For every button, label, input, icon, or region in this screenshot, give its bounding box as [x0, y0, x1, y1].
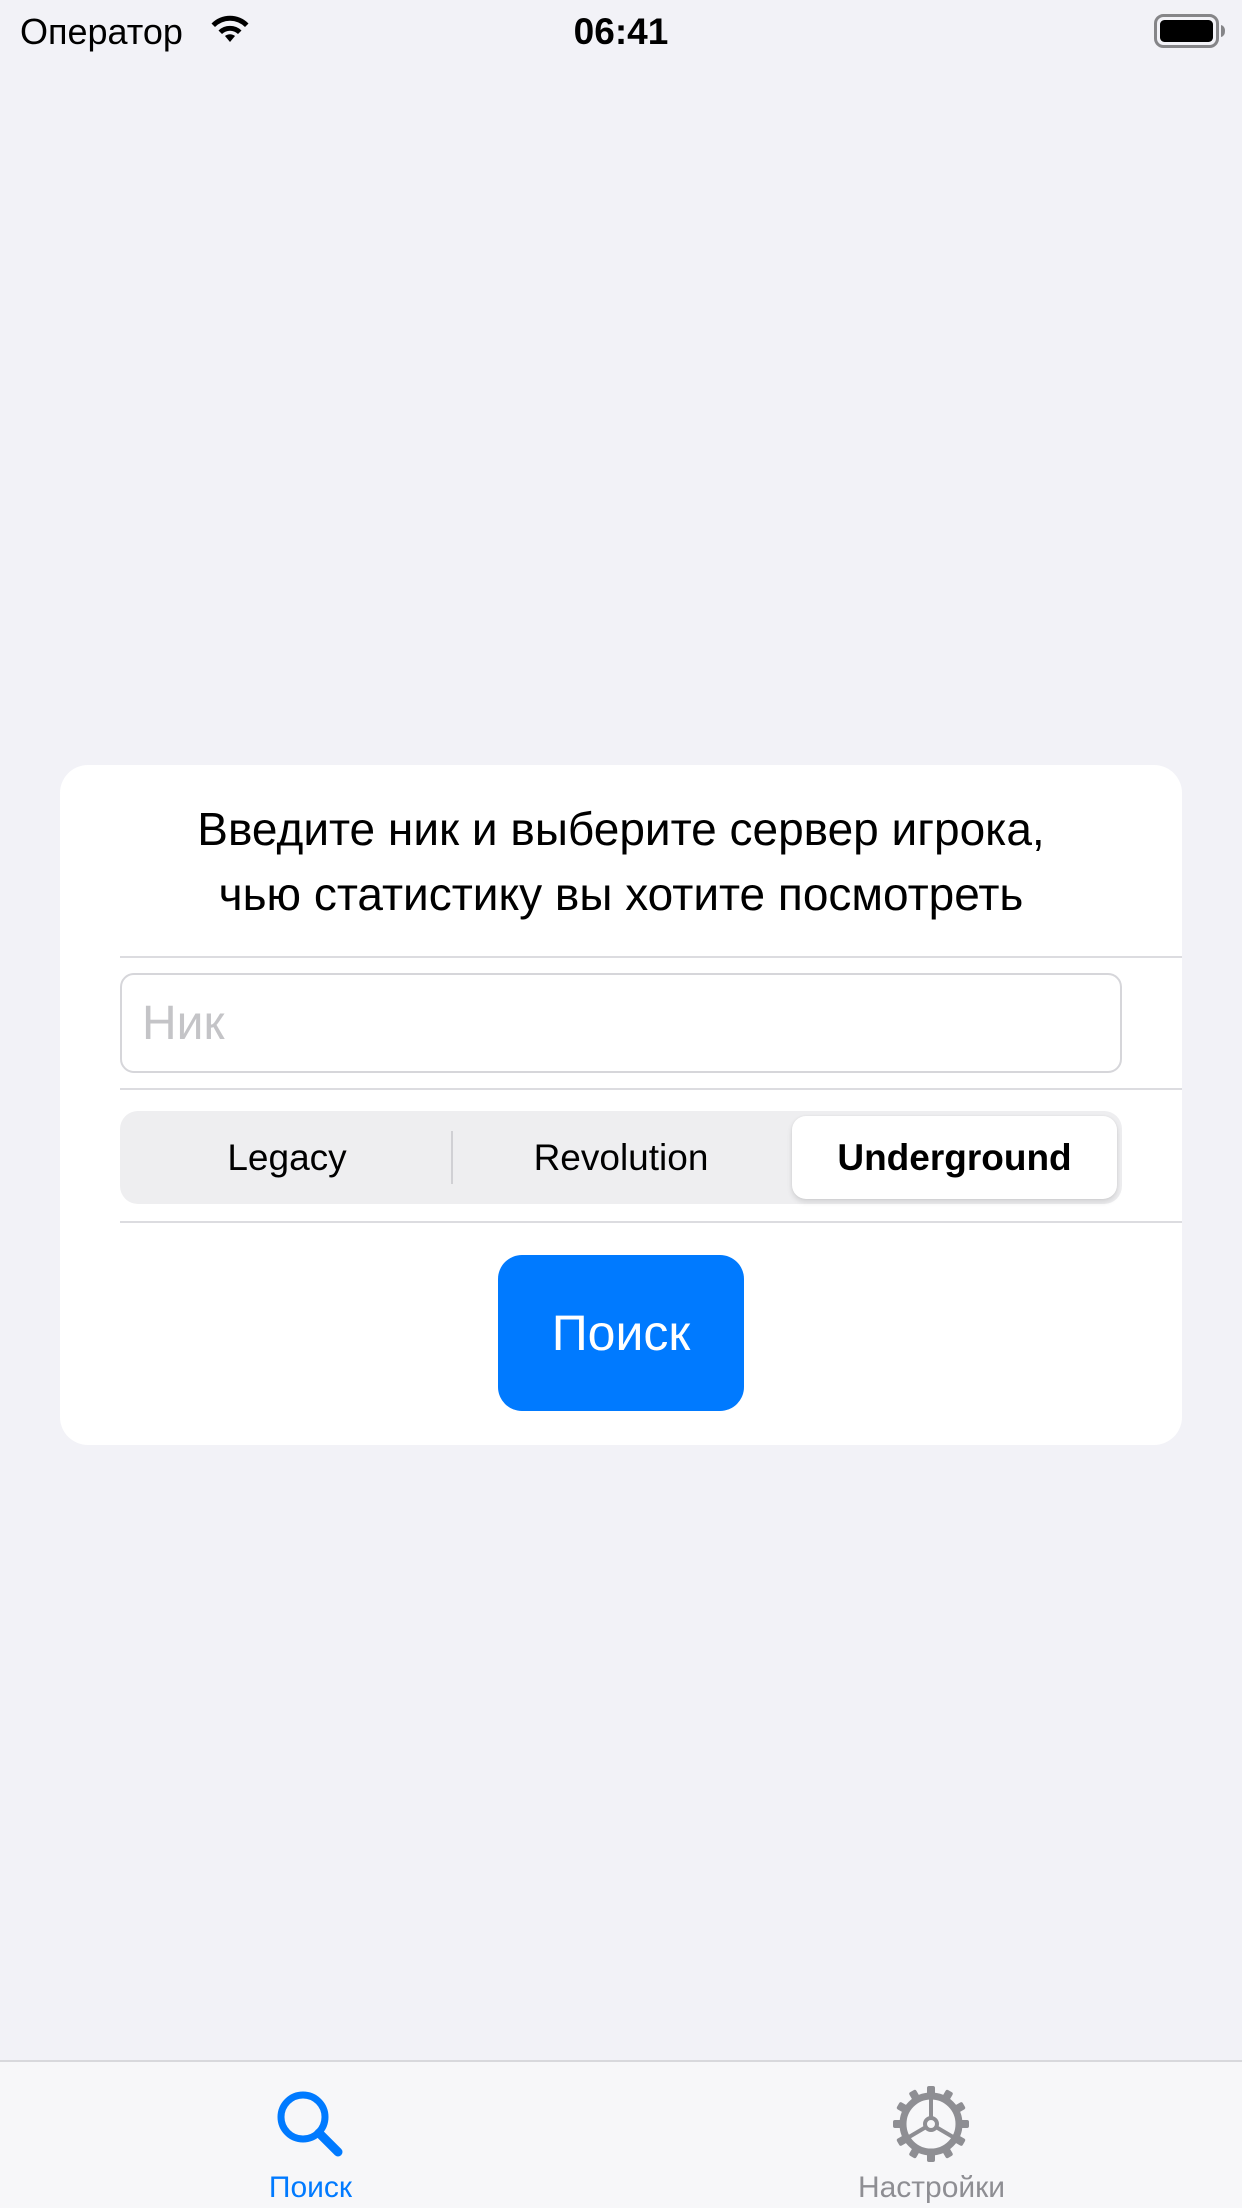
row-separator — [120, 1088, 1182, 1090]
status-clock: 06:41 — [573, 11, 669, 52]
tab-search[interactable]: Поиск — [0, 2062, 621, 2208]
battery-full-icon — [1154, 14, 1226, 48]
segment-underground-selected[interactable]: Underground — [792, 1116, 1117, 1199]
server-segmented-control[interactable]: Legacy Revolution Underground — [120, 1111, 1122, 1204]
segment-revolution[interactable]: Revolution — [454, 1111, 788, 1204]
tab-settings[interactable]: Настройки — [621, 2062, 1242, 2208]
search-button[interactable]: Поиск — [498, 1255, 744, 1411]
search-form-card: Введите ник и выберите сервер игрока, чь… — [60, 765, 1182, 1445]
tab-bar: Поиск Настройки — [0, 2060, 1242, 2208]
tab-settings-label: Настройки — [857, 2171, 1006, 2204]
search-prompt-line-2: чью статистику вы хотите посмотреть — [218, 868, 1024, 920]
row-separator — [120, 1221, 1182, 1223]
row-separator — [120, 956, 1182, 958]
search-prompt-line-1: Введите ник и выберите сервер игрока, — [197, 803, 1045, 855]
segment-legacy[interactable]: Legacy — [120, 1111, 454, 1204]
search-screen: Оператор 06:41 Введите ник и выберите се… — [0, 0, 1242, 2208]
status-bar: Оператор 06:41 — [0, 0, 1242, 64]
nick-input[interactable] — [120, 973, 1122, 1073]
gear-icon — [891, 2084, 971, 2164]
segment-divider — [451, 1131, 453, 1184]
tab-search-label: Поиск — [268, 2171, 353, 2204]
search-prompt: Введите ник и выберите сервер игрока, чь… — [120, 797, 1122, 927]
magnifier-icon — [270, 2084, 350, 2164]
